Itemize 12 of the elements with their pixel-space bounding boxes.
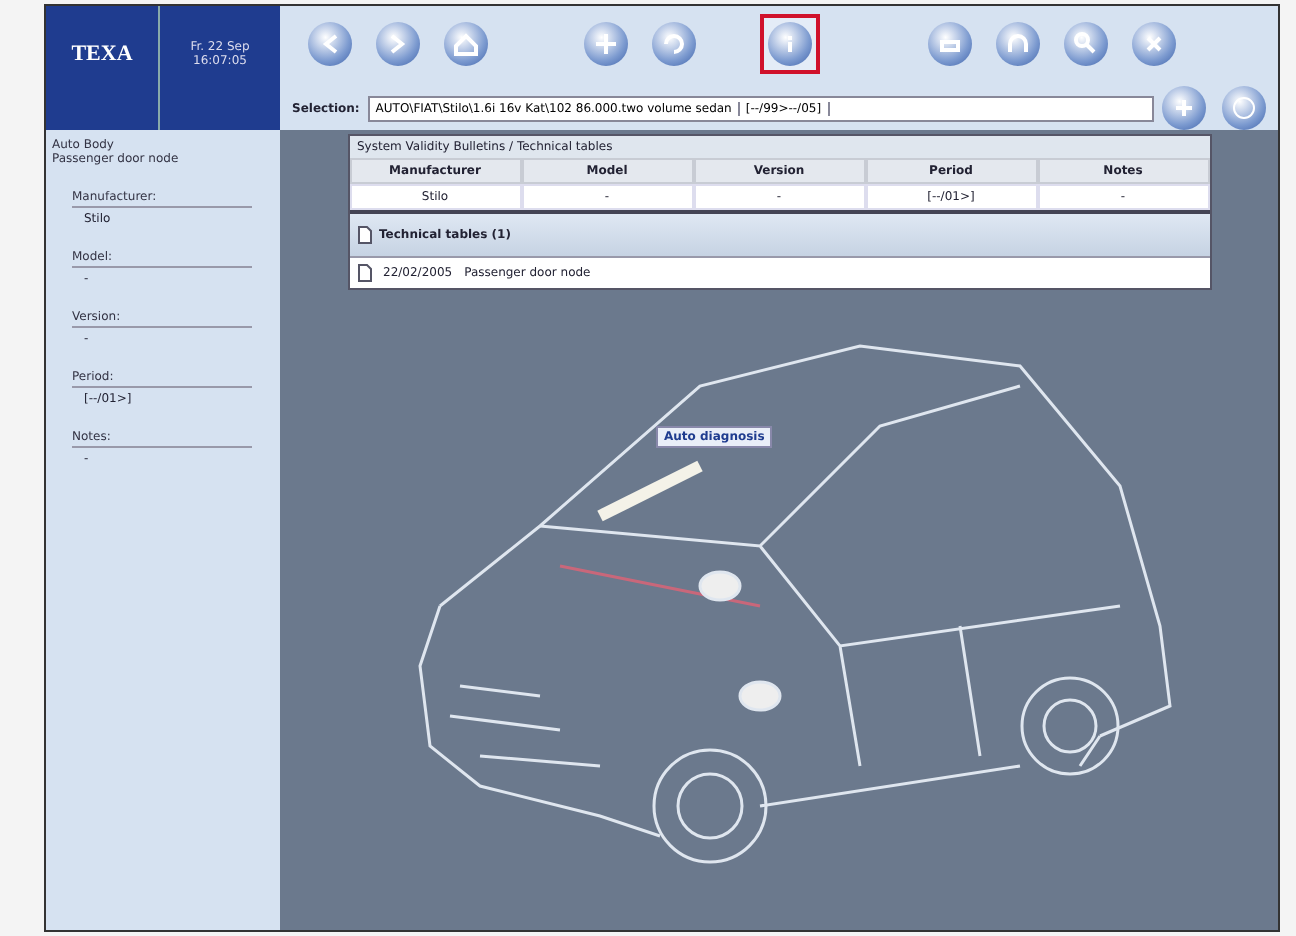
document-icon (357, 226, 371, 244)
globe-button[interactable] (1222, 86, 1266, 130)
add-button[interactable] (1162, 86, 1206, 130)
globe-icon (1232, 96, 1256, 120)
plus-icon (1174, 98, 1194, 118)
arch-icon (1004, 30, 1032, 58)
toolbar-button[interactable] (760, 14, 820, 74)
plus-icon (592, 30, 620, 58)
refresh-icon (660, 30, 688, 58)
search-icon (1072, 30, 1100, 58)
document-icon (357, 264, 371, 282)
home-icon (452, 30, 480, 58)
